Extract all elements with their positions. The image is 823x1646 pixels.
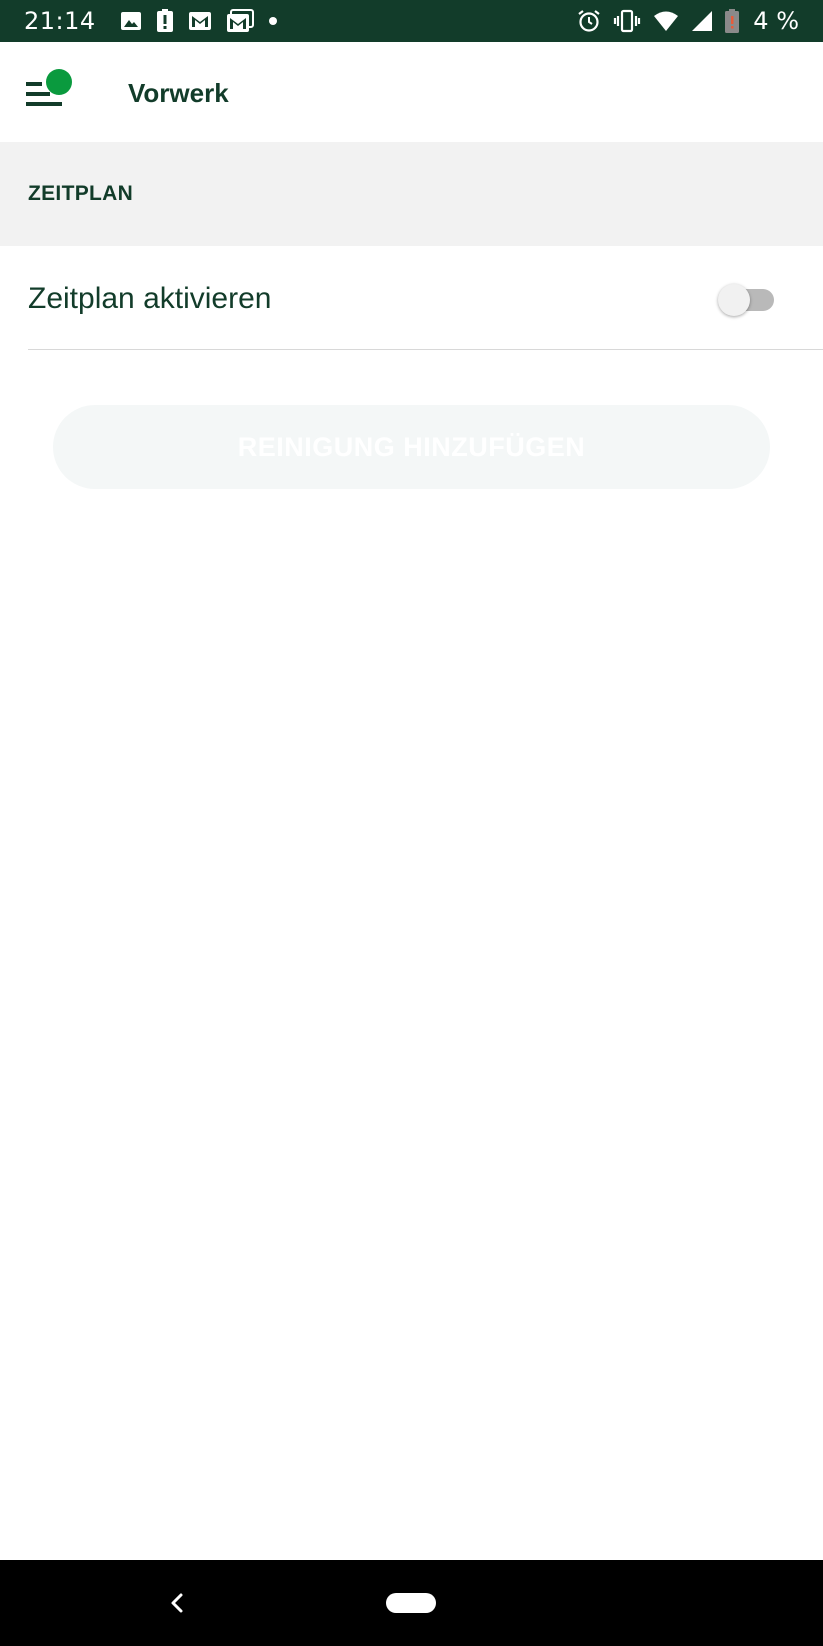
battery-low-icon: [725, 9, 740, 33]
schedule-toggle-label: Zeitplan aktivieren: [28, 282, 272, 315]
image-icon: [120, 11, 142, 31]
alert-icon: [156, 9, 174, 33]
battery-percentage: 4 %: [753, 7, 799, 35]
schedule-toggle-switch[interactable]: [718, 284, 776, 316]
menu-icon[interactable]: [26, 68, 76, 112]
status-system-icons: 4 %: [577, 7, 799, 35]
wifi-icon: [653, 10, 679, 32]
status-time: 21:14: [24, 7, 96, 35]
vibrate-icon: [613, 9, 641, 33]
status-notification-icons: [120, 9, 278, 33]
gmail-outline-icon: [226, 9, 254, 33]
home-pill-icon[interactable]: [386, 1593, 436, 1613]
signal-icon: [691, 10, 713, 32]
app-bar: Vorwerk: [0, 42, 823, 142]
section-header-label: ZEITPLAN: [28, 182, 134, 205]
alarm-icon: [577, 9, 601, 33]
app-title: Vorwerk: [128, 78, 229, 108]
gmail-icon: [188, 11, 212, 31]
back-chevron-icon[interactable]: [160, 1584, 194, 1622]
section-header: ZEITPLAN: [0, 142, 823, 246]
add-cleaning-button[interactable]: REINIGUNG HINZUFÜGEN: [53, 405, 770, 489]
navigation-bar: [0, 1560, 823, 1646]
schedule-toggle-row[interactable]: Zeitplan aktivieren: [0, 246, 823, 350]
row-divider: [28, 349, 823, 350]
switch-thumb: [718, 284, 750, 316]
dot-icon: [268, 16, 278, 26]
status-bar: 21:14 4 %: [0, 0, 823, 42]
